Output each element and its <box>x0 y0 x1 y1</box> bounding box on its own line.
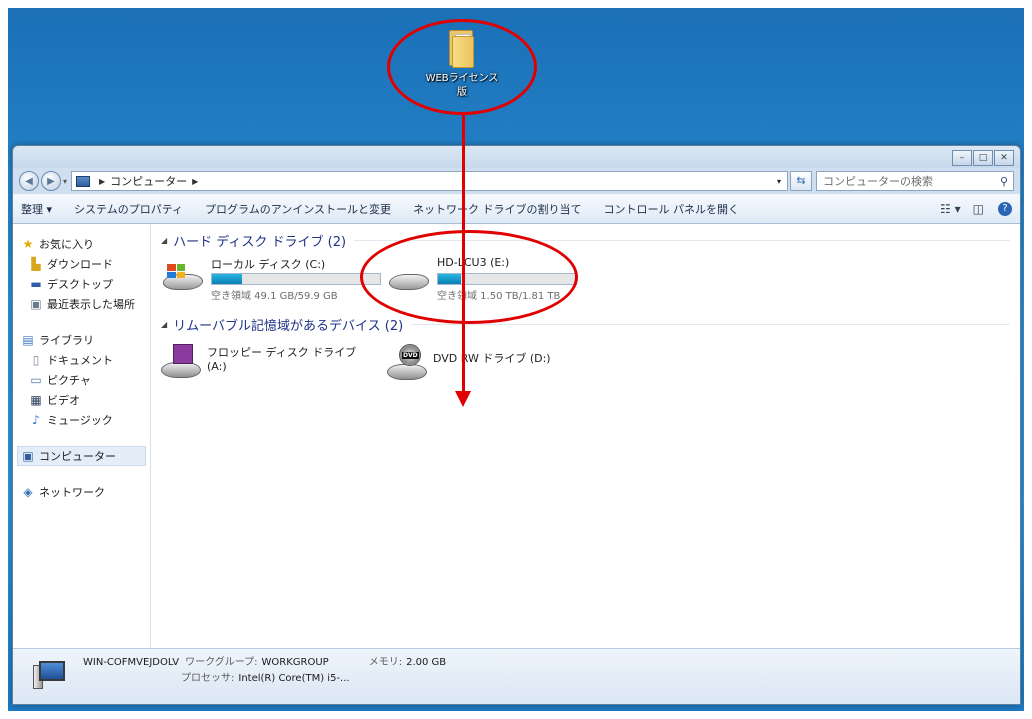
nav-music[interactable]: ♪ ミュージック <box>13 410 150 430</box>
processor-label: プロセッサ: <box>181 673 235 684</box>
nav-videos-label: ビデオ <box>47 394 80 407</box>
collapse-triangle-icon[interactable]: ◢ <box>161 236 167 245</box>
maximize-button[interactable]: □ <box>973 150 993 166</box>
nav-pictures[interactable]: ▭ ピクチャ <box>13 370 150 390</box>
annotation-arrow-head <box>455 391 471 407</box>
highlight-ellipse-drive-e <box>360 230 578 324</box>
nav-favorites[interactable]: ★ お気に入り <box>13 234 150 254</box>
floppy-drive-icon <box>161 344 201 382</box>
dvd-drive-name: DVD RW ドライブ (D:) <box>433 352 551 365</box>
computer-icon: ▣ <box>22 448 34 463</box>
videos-icon: ▦ <box>30 392 42 407</box>
refresh-icon: ⇆ <box>796 174 806 187</box>
close-button[interactable]: ✕ <box>994 150 1014 166</box>
nav-documents-label: ドキュメント <box>47 354 113 367</box>
nav-libraries[interactable]: ▤ ライブラリ <box>13 330 150 350</box>
nav-computer-label: コンピューター <box>39 450 116 463</box>
system-hard-drive-icon <box>161 264 205 300</box>
recent-places-icon: ▣ <box>30 296 42 311</box>
drive-c-space: 空き領域 49.1 GB/59.9 GB <box>211 291 338 302</box>
documents-icon: ▯ <box>32 352 40 367</box>
address-row: ◀ ▶ ▾ ▶ コンピューター ▶ ▾ ⇆ コンピューターの検索 ⚲ <box>13 168 1020 194</box>
desktop-icon: ▬ <box>30 276 42 291</box>
section-removable[interactable]: ◢ リムーバブル記憶域があるデバイス (2) <box>161 314 1010 334</box>
nav-downloads-label: ダウンロード <box>47 258 113 271</box>
drive-c-usage-fill <box>212 274 243 284</box>
music-icon: ♪ <box>32 412 40 427</box>
memory-value: 2.00 GB <box>406 657 447 668</box>
nav-recent-places-label: 最近表示した場所 <box>47 298 135 311</box>
open-control-panel-button[interactable]: コントロール パネルを開く <box>604 201 740 217</box>
nav-network[interactable]: ◈ ネットワーク <box>13 482 150 502</box>
breadcrumb-computer[interactable]: コンピューター <box>110 173 187 189</box>
dvd-drive-icon: DVD <box>387 344 427 382</box>
nav-videos[interactable]: ▦ ビデオ <box>13 390 150 410</box>
help-icon[interactable]: ? <box>998 202 1012 216</box>
explorer-window: – □ ✕ ◀ ▶ ▾ ▶ コンピューター ▶ ▾ ⇆ コンピューターの検索 ⚲… <box>12 145 1021 705</box>
drive-c-usage-bar <box>211 273 381 285</box>
nav-desktop-label: デスクトップ <box>47 278 113 291</box>
floppy-drive-name: フロッピー ディスク ドライブ (A:) <box>207 346 357 373</box>
navigation-pane: ★ お気に入り ▙ ダウンロード ▬ デスクトップ ▣ 最近表示した場所 ▤ ラ… <box>13 224 151 648</box>
refresh-button[interactable]: ⇆ <box>790 171 812 191</box>
memory-label: メモリ: <box>368 657 403 668</box>
title-bar: – □ ✕ <box>13 146 1020 168</box>
collapse-triangle-icon[interactable]: ◢ <box>161 320 167 329</box>
nav-desktop[interactable]: ▬ デスクトップ <box>13 274 150 294</box>
address-dropdown-icon[interactable]: ▾ <box>771 177 787 186</box>
organize-button[interactable]: 整理 ▾ <box>21 201 52 217</box>
details-pane: WIN-COFMVEJDOLV ワークグループ: WORKGROUP メモリ: … <box>13 648 1020 704</box>
nav-computer[interactable]: ▣ コンピューター <box>17 446 146 466</box>
processor-value: Intel(R) Core(TM) i5-... <box>238 673 350 684</box>
breadcrumb-arrow-icon[interactable]: ▶ <box>192 177 198 186</box>
search-icon[interactable]: ⚲ <box>995 175 1013 188</box>
library-icon: ▤ <box>22 332 34 347</box>
pictures-icon: ▭ <box>30 372 42 387</box>
highlight-ellipse-desktop-icon <box>387 19 537 115</box>
content-pane: ◢ ハード ディスク ドライブ (2) ローカル ディスク (C:) 空き領域 … <box>151 224 1020 648</box>
nav-favorites-label: お気に入り <box>39 238 94 251</box>
nav-pictures-label: ピクチャ <box>47 374 91 387</box>
recent-pages-dropdown-icon[interactable]: ▾ <box>63 177 67 186</box>
nav-network-label: ネットワーク <box>39 486 105 499</box>
nav-music-label: ミュージック <box>47 414 113 427</box>
map-network-drive-button[interactable]: ネットワーク ドライブの割り当て <box>413 201 582 217</box>
nav-downloads[interactable]: ▙ ダウンロード <box>13 254 150 274</box>
dvd-drive-d[interactable]: DVD DVD RW ドライブ (D:) <box>387 344 613 382</box>
system-properties-button[interactable]: システムのプロパティ <box>74 201 183 217</box>
view-options-icon[interactable]: ☷ ▾ <box>940 202 961 216</box>
breadcrumb-arrow-icon[interactable]: ▶ <box>99 177 105 186</box>
computer-name: WIN-COFMVEJDOLV <box>83 657 180 668</box>
back-arrow-icon: ◀ <box>25 175 33 187</box>
workgroup-value: WORKGROUP <box>261 657 329 668</box>
section-removable-label: リムーバブル記憶域があるデバイス (2) <box>173 318 404 334</box>
downloads-folder-icon: ▙ <box>31 256 41 271</box>
nav-libraries-label: ライブラリ <box>39 334 94 347</box>
star-icon: ★ <box>22 236 34 251</box>
address-bar[interactable]: ▶ コンピューター ▶ ▾ <box>71 171 788 191</box>
computer-icon <box>76 175 91 187</box>
workgroup-label: ワークグループ: <box>185 657 258 668</box>
section-hard-drives[interactable]: ◢ ハード ディスク ドライブ (2) <box>161 230 1010 250</box>
forward-arrow-icon: ▶ <box>47 175 55 187</box>
nav-recent-places[interactable]: ▣ 最近表示した場所 <box>13 294 150 314</box>
uninstall-program-button[interactable]: プログラムのアンインストールと変更 <box>205 201 391 217</box>
drive-c[interactable]: ローカル ディスク (C:) 空き領域 49.1 GB/59.9 GB <box>161 256 387 302</box>
nav-documents[interactable]: ▯ ドキュメント <box>13 350 150 370</box>
back-button[interactable]: ◀ <box>19 171 39 191</box>
command-bar: 整理 ▾ システムのプロパティ プログラムのアンインストールと変更 ネットワーク… <box>13 194 1020 224</box>
network-icon: ◈ <box>23 484 33 499</box>
search-placeholder: コンピューターの検索 <box>823 175 933 188</box>
forward-button[interactable]: ▶ <box>41 171 61 191</box>
floppy-drive-a[interactable]: フロッピー ディスク ドライブ (A:) <box>161 344 387 382</box>
preview-pane-icon[interactable]: ◫ <box>973 202 984 216</box>
drive-c-name: ローカル ディスク (C:) <box>211 258 326 271</box>
search-input[interactable]: コンピューターの検索 ⚲ <box>816 171 1014 191</box>
minimize-button[interactable]: – <box>952 150 972 166</box>
section-hard-drives-label: ハード ディスク ドライブ (2) <box>173 234 347 250</box>
computer-icon <box>33 657 69 693</box>
